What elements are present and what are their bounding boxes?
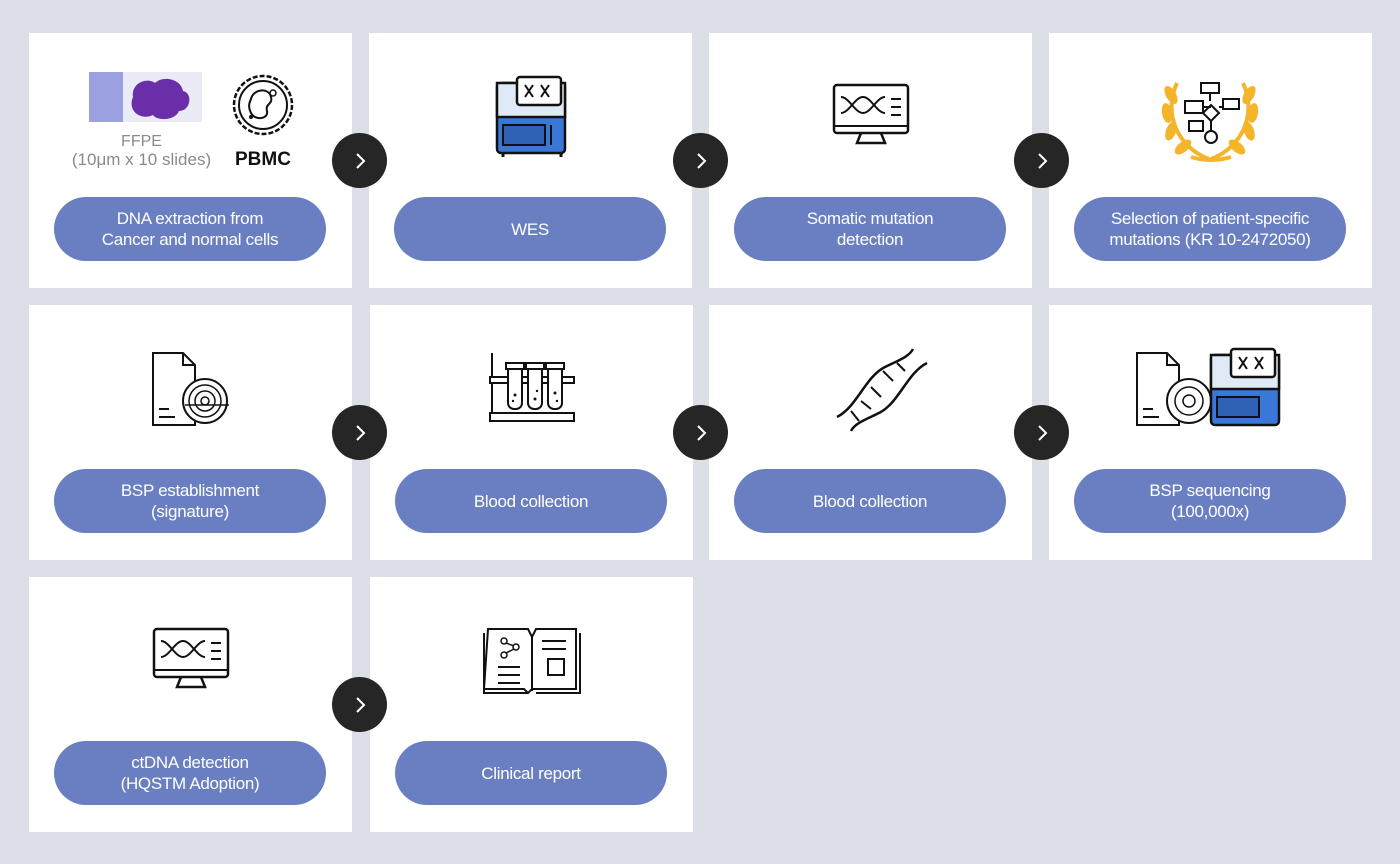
step-label: BSP establishment (signature) xyxy=(54,469,326,533)
step-label: BSP sequencing (100,000x) xyxy=(1074,469,1346,533)
laurel-flowchart-icon xyxy=(1161,82,1259,162)
ffpe-title: FFPE xyxy=(121,133,162,150)
step-label-line: Cancer and normal cells xyxy=(101,230,279,249)
dna-monitor-icon xyxy=(832,83,910,145)
step-label-line: (100,000x) xyxy=(1170,502,1250,521)
step-card-bsp-establishment: BSP establishment (signature) xyxy=(29,305,352,560)
ffpe-pbmc-icon xyxy=(89,72,294,136)
step-label-line: Selection of patient-specific xyxy=(1110,209,1310,228)
step-label: WES xyxy=(394,197,666,261)
ffpe-caption: FFPE (10μm x 10 slides) xyxy=(69,133,214,169)
next-arrow-icon xyxy=(673,405,728,460)
step-label: Clinical report xyxy=(395,741,667,805)
step-label-line: detection xyxy=(836,230,904,249)
step-label: Selection of patient-specific mutations (… xyxy=(1074,197,1346,261)
next-arrow-icon xyxy=(332,133,387,188)
step-label-line: Blood collection xyxy=(812,491,928,511)
step-label-line: Somatic mutation xyxy=(806,209,934,228)
step-card-dna-extraction: FFPE (10μm x 10 slides) PBMC DNA extract… xyxy=(29,33,352,288)
step-label-line: (signature) xyxy=(151,502,229,521)
fingerprint-document-icon xyxy=(152,352,229,426)
step-label-line: WES xyxy=(511,219,549,239)
step-label-line: mutations (KR 10-2472050) xyxy=(1109,230,1311,249)
step-label: DNA extraction from Cancer and normal cel… xyxy=(54,197,326,261)
step-label-line: DNA extraction from xyxy=(116,209,264,228)
fingerprint-sequencer-icon xyxy=(1136,347,1281,427)
dna-monitor-icon xyxy=(152,627,230,689)
step-label: Blood collection xyxy=(734,469,1006,533)
next-arrow-icon xyxy=(332,405,387,460)
test-tubes-icon xyxy=(489,353,575,422)
next-arrow-icon xyxy=(332,677,387,732)
pbmc-caption: PBMC xyxy=(235,149,291,170)
step-label: Somatic mutation detection xyxy=(734,197,1006,261)
step-card-blood-collection-2: Blood collection xyxy=(709,305,1032,560)
step-card-somatic-mutation: Somatic mutation detection xyxy=(709,33,1032,288)
next-arrow-icon xyxy=(1014,405,1069,460)
step-card-blood-collection-1: Blood collection xyxy=(370,305,693,560)
open-book-icon xyxy=(482,628,581,695)
next-arrow-icon xyxy=(1014,133,1069,188)
step-card-clinical-report: Clinical report xyxy=(370,577,693,832)
step-label-line: BSP establishment xyxy=(120,481,260,500)
step-card-ctdna-detection: ctDNA detection (HQSTM Adoption) xyxy=(29,577,352,832)
step-label-line: ctDNA detection xyxy=(131,753,249,772)
step-label-line: BSP sequencing xyxy=(1149,481,1271,500)
dna-helix-icon xyxy=(836,348,928,432)
step-card-selection: Selection of patient-specific mutations (… xyxy=(1049,33,1372,288)
ffpe-subtitle: (10μm x 10 slides) xyxy=(71,150,212,169)
step-label-line: (HQSTM Adoption) xyxy=(120,774,260,793)
step-label: ctDNA detection (HQSTM Adoption) xyxy=(54,741,326,805)
step-label-line: Clinical report xyxy=(481,763,581,783)
step-card-bsp-sequencing: BSP sequencing (100,000x) xyxy=(1049,305,1372,560)
step-card-wes: WES xyxy=(369,33,692,288)
step-label-line: Blood collection xyxy=(473,491,589,511)
next-arrow-icon xyxy=(673,133,728,188)
sequencer-icon xyxy=(495,75,567,157)
step-label: Blood collection xyxy=(395,469,667,533)
